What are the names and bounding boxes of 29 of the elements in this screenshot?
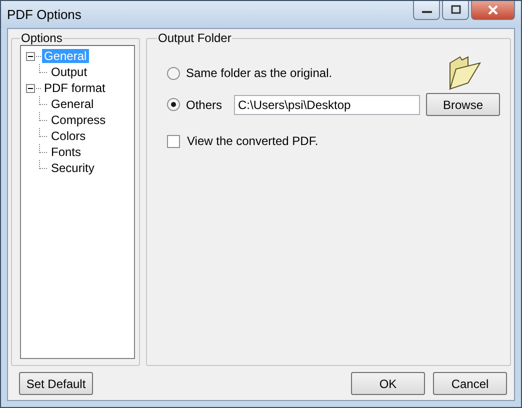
radio-label: Same folder as the original. [186,66,332,80]
radio-button[interactable] [166,98,180,111]
group-label: Output Folder [156,31,232,45]
close-icon [487,5,499,15]
folder-icon [446,55,482,91]
radio-label: Others [186,98,222,112]
close-button[interactable] [471,1,515,20]
browse-button[interactable]: Browse [426,93,500,116]
checkbox[interactable] [166,134,180,148]
set-default-button[interactable]: Set Default [19,372,93,395]
maximize-button[interactable] [442,1,469,20]
tree-item[interactable]: Compress [49,113,108,127]
tree-item[interactable]: General [49,97,96,111]
radio-button[interactable] [166,66,180,80]
tree-item[interactable]: Colors [49,129,88,143]
ok-button[interactable]: OK [351,372,425,395]
window-title: PDF Options [7,7,82,22]
maximize-icon [450,5,462,15]
collapse-icon[interactable] [26,84,35,92]
cancel-button[interactable]: Cancel [433,372,507,395]
group-label: Options [20,31,64,45]
path-field[interactable]: C:\Users\psi\Desktop [234,94,420,114]
collapse-icon[interactable] [26,52,35,60]
checkbox-label: View the converted PDF. [186,134,318,148]
tree-item[interactable]: Output [49,65,90,79]
tree-item[interactable]: Fonts [49,145,84,159]
tree-item[interactable]: Security [49,161,96,175]
tree-item[interactable]: PDF format [42,81,108,95]
minimize-button[interactable] [413,1,440,20]
